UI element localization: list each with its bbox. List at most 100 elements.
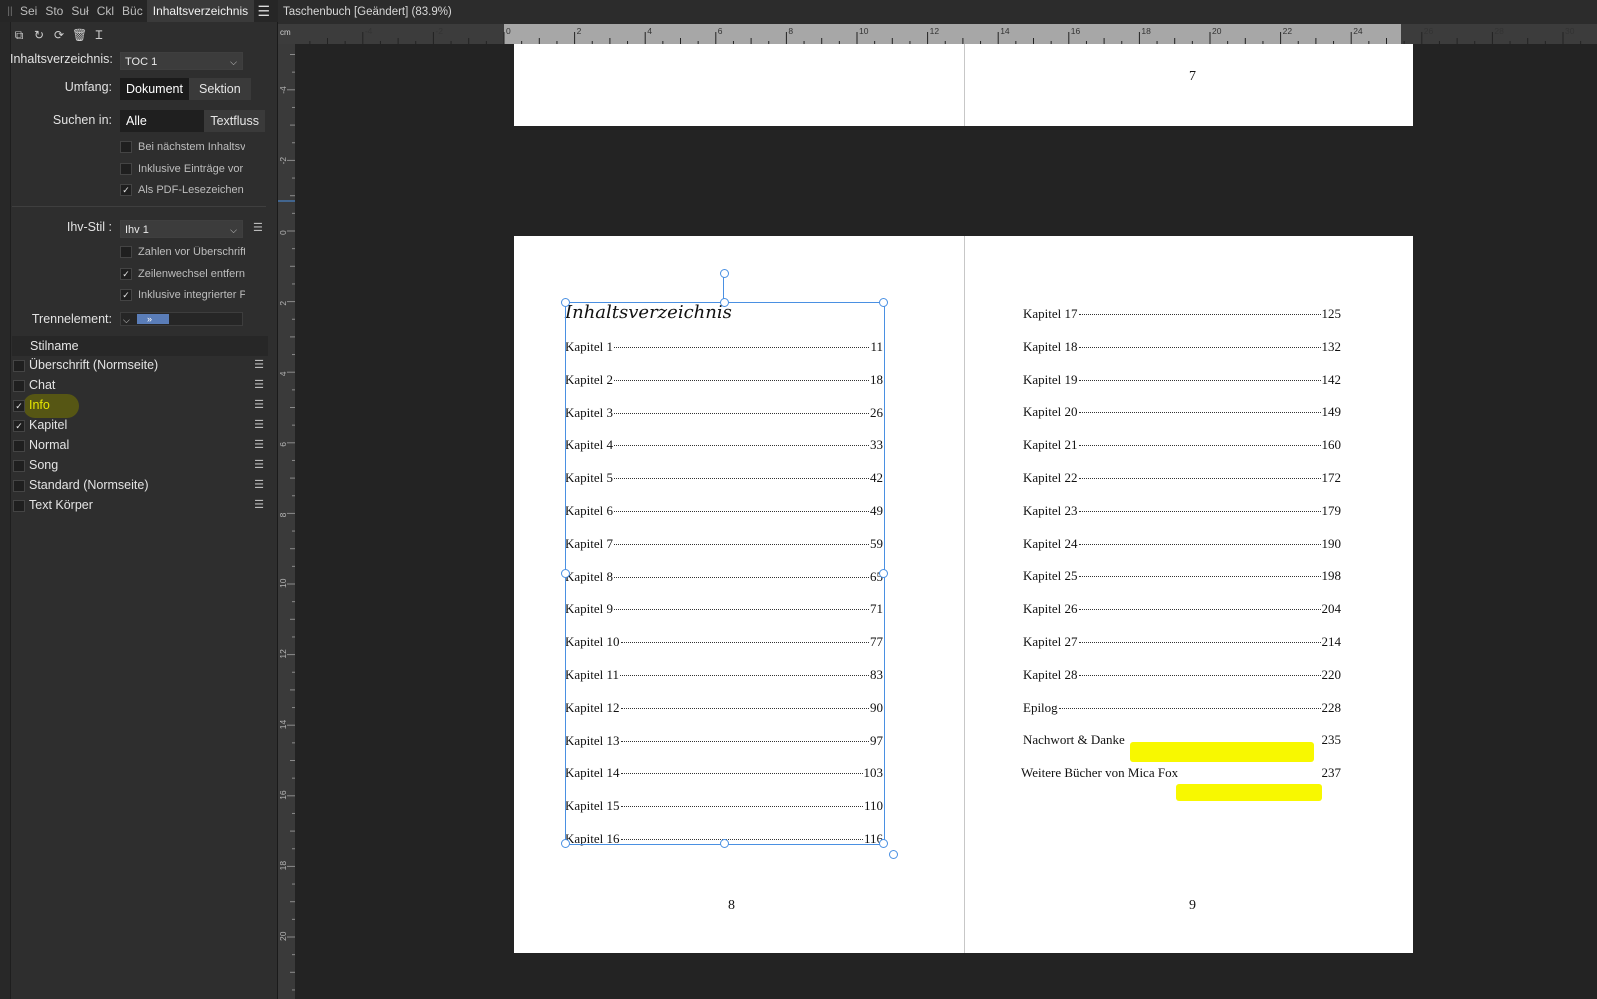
- checkbox[interactable]: [13, 360, 25, 372]
- rotate-handle[interactable]: [720, 269, 729, 278]
- toc-entry[interactable]: Kapitel 18 132: [1023, 339, 1341, 355]
- style-menu-icon[interactable]: ☰: [253, 221, 263, 234]
- toc-entry[interactable]: Kapitel 20 149: [1023, 404, 1341, 420]
- separator-field[interactable]: ⌵ »: [120, 312, 243, 326]
- search-textflow-button[interactable]: Textfluss: [204, 110, 265, 132]
- checkbox-checked[interactable]: ✓: [13, 400, 25, 412]
- page-7[interactable]: 7: [964, 44, 1413, 126]
- toc-entry[interactable]: Kapitel 25 198: [1023, 568, 1341, 584]
- row-menu-icon[interactable]: ☰: [254, 456, 264, 475]
- toc-entry[interactable]: Kapitel 21 160: [1023, 437, 1341, 453]
- style-label: Ihv-Stil :: [66, 220, 112, 234]
- checkbox[interactable]: [13, 480, 25, 492]
- check-remove-linebreaks[interactable]: ✓ Zeilenwechsel entferne: [120, 268, 245, 280]
- toc-entry[interactable]: Kapitel 28 220: [1023, 667, 1341, 683]
- checkbox[interactable]: [120, 141, 132, 153]
- tab-inhaltsverzeichnis[interactable]: Inhaltsverzeichnis: [146, 0, 255, 22]
- resize-handle[interactable]: [561, 569, 570, 578]
- toc-entry[interactable]: Kapitel 27 214: [1023, 634, 1341, 650]
- toc-entry-title: Weitere Bücher von Mica Fox: [1021, 764, 1179, 780]
- resize-handle[interactable]: [879, 298, 888, 307]
- checkbox-checked[interactable]: ✓: [120, 268, 132, 280]
- check-numbers-before[interactable]: Zahlen vor Überschrift: [120, 246, 245, 258]
- ruler-label: 0: [506, 26, 511, 36]
- document-canvas[interactable]: 7 8 9 Inhaltsverzeichnis Kapitel 1 11 Kapi…: [295, 44, 1597, 999]
- checkbox[interactable]: [120, 163, 132, 175]
- row-menu-icon[interactable]: ☰: [254, 496, 264, 515]
- search-all-frames-button[interactable]: Alle Textrahmen: [120, 110, 205, 132]
- check-include-before[interactable]: Inklusive Einträge vor d: [120, 163, 245, 175]
- resize-handle[interactable]: [720, 839, 729, 848]
- style-row-song[interactable]: Song ☰: [12, 456, 268, 475]
- insert-toc-icon[interactable]: ⧉: [12, 28, 26, 42]
- checkbox-checked[interactable]: ✓: [120, 289, 132, 301]
- tab-seiten[interactable]: Sei: [16, 4, 41, 18]
- checkbox[interactable]: [13, 440, 25, 452]
- panel-grip-icon[interactable]: ||: [4, 6, 16, 17]
- checkbox[interactable]: [13, 460, 25, 472]
- vertical-ruler[interactable]: -4 -2 0 2 4 6 8 10 12 14 16 18 20: [278, 44, 295, 999]
- style-row-info[interactable]: ✓ Info ☰: [12, 396, 268, 415]
- chevron-down-icon[interactable]: ⌵: [123, 315, 130, 326]
- row-menu-icon[interactable]: ☰: [254, 476, 264, 495]
- style-row-chat[interactable]: Chat ☰: [12, 376, 268, 395]
- toc-entry-page: 179: [1321, 502, 1342, 518]
- document-tab[interactable]: Taschenbuch [Geändert] (83.9%): [278, 0, 1597, 24]
- check-next-toc[interactable]: Bei nächstem Inhaltsve: [120, 141, 245, 153]
- toc-entry[interactable]: Kapitel 19 142: [1023, 372, 1341, 388]
- toc-entry[interactable]: Kapitel 23 179: [1023, 503, 1341, 519]
- check-pdf-bookmarks[interactable]: ✓ Als PDF-Lesezeichen ir: [120, 184, 245, 196]
- style-select[interactable]: Ihv 1 ⌵: [120, 220, 243, 238]
- style-row-label: Normal: [29, 438, 70, 452]
- delete-toc-icon[interactable]: 🗑: [72, 28, 87, 42]
- toc-entry[interactable]: Kapitel 17 125: [1023, 306, 1341, 322]
- scope-section-button[interactable]: Sektion: [188, 78, 251, 100]
- toc-entry[interactable]: Kapitel 22 172: [1023, 470, 1341, 486]
- update-all-toc-icon[interactable]: ⟳: [52, 28, 66, 42]
- row-menu-icon[interactable]: ☰: [254, 396, 264, 415]
- toc-leader: [1078, 543, 1321, 545]
- update-toc-icon[interactable]: ↻: [32, 28, 46, 42]
- ruler-label: 8: [278, 512, 288, 517]
- separator-token: »: [137, 314, 169, 324]
- resize-handle[interactable]: [879, 839, 888, 848]
- toc-entry[interactable]: Kapitel 24 190: [1023, 536, 1341, 552]
- resize-handle[interactable]: [879, 569, 888, 578]
- style-row-textkoerper[interactable]: Text Körper ☰: [12, 496, 268, 515]
- tab-buecher[interactable]: Büc: [118, 4, 147, 18]
- toc-leader: [1078, 445, 1321, 447]
- toc-select[interactable]: TOC 1 ⌵: [120, 52, 243, 70]
- row-menu-icon[interactable]: ☰: [254, 356, 264, 375]
- style-row-standard[interactable]: Standard (Normseite) ☰: [12, 476, 268, 495]
- checkbox[interactable]: [13, 500, 25, 512]
- resize-handle[interactable]: [561, 298, 570, 307]
- style-row-normal[interactable]: Normal ☰: [12, 436, 268, 455]
- ruler-unit: cm: [280, 28, 291, 37]
- scope-document-button[interactable]: Dokument: [120, 78, 189, 100]
- tab-clip[interactable]: Ckl: [93, 4, 118, 18]
- checkbox-checked[interactable]: ✓: [120, 184, 132, 196]
- style-row-kapitel[interactable]: ✓ Kapitel ☰: [12, 416, 268, 435]
- style-row-ueberschrift[interactable]: Überschrift (Normseite) ☰: [12, 356, 268, 375]
- row-menu-icon[interactable]: ☰: [254, 376, 264, 395]
- checkbox[interactable]: [13, 380, 25, 392]
- frame-overflow-handle[interactable]: [889, 850, 898, 859]
- text-cursor-icon[interactable]: Ɪ: [92, 28, 106, 42]
- checkbox[interactable]: [120, 246, 132, 258]
- row-menu-icon[interactable]: ☰: [254, 436, 264, 455]
- check-include-integrated[interactable]: ✓ Inklusive integrierter P: [120, 289, 245, 301]
- check-include-before-label: Inklusive Einträge vor d: [138, 163, 245, 175]
- resize-handle[interactable]: [720, 298, 729, 307]
- panel-menu-icon[interactable]: ☰: [257, 3, 270, 20]
- toc-entry[interactable]: Kapitel 26 204: [1023, 601, 1341, 617]
- page-6[interactable]: [514, 44, 964, 126]
- tab-stock[interactable]: Sto: [41, 4, 67, 18]
- row-menu-icon[interactable]: ☰: [254, 416, 264, 435]
- toc-entry[interactable]: Epilog 228: [1023, 700, 1341, 716]
- horizontal-ruler[interactable]: cm -4 -2 0 2 4 6 8 10 12 14 16 18 20 22 24 26 28 30: [278, 24, 1597, 44]
- checkbox-checked[interactable]: ✓: [13, 420, 25, 432]
- text-frame-selection[interactable]: [565, 302, 885, 845]
- toc-entry[interactable]: Weitere Bücher von Mica Fox 237: [1021, 765, 1341, 781]
- tab-suche[interactable]: Suł: [67, 4, 92, 18]
- resize-handle[interactable]: [561, 839, 570, 848]
